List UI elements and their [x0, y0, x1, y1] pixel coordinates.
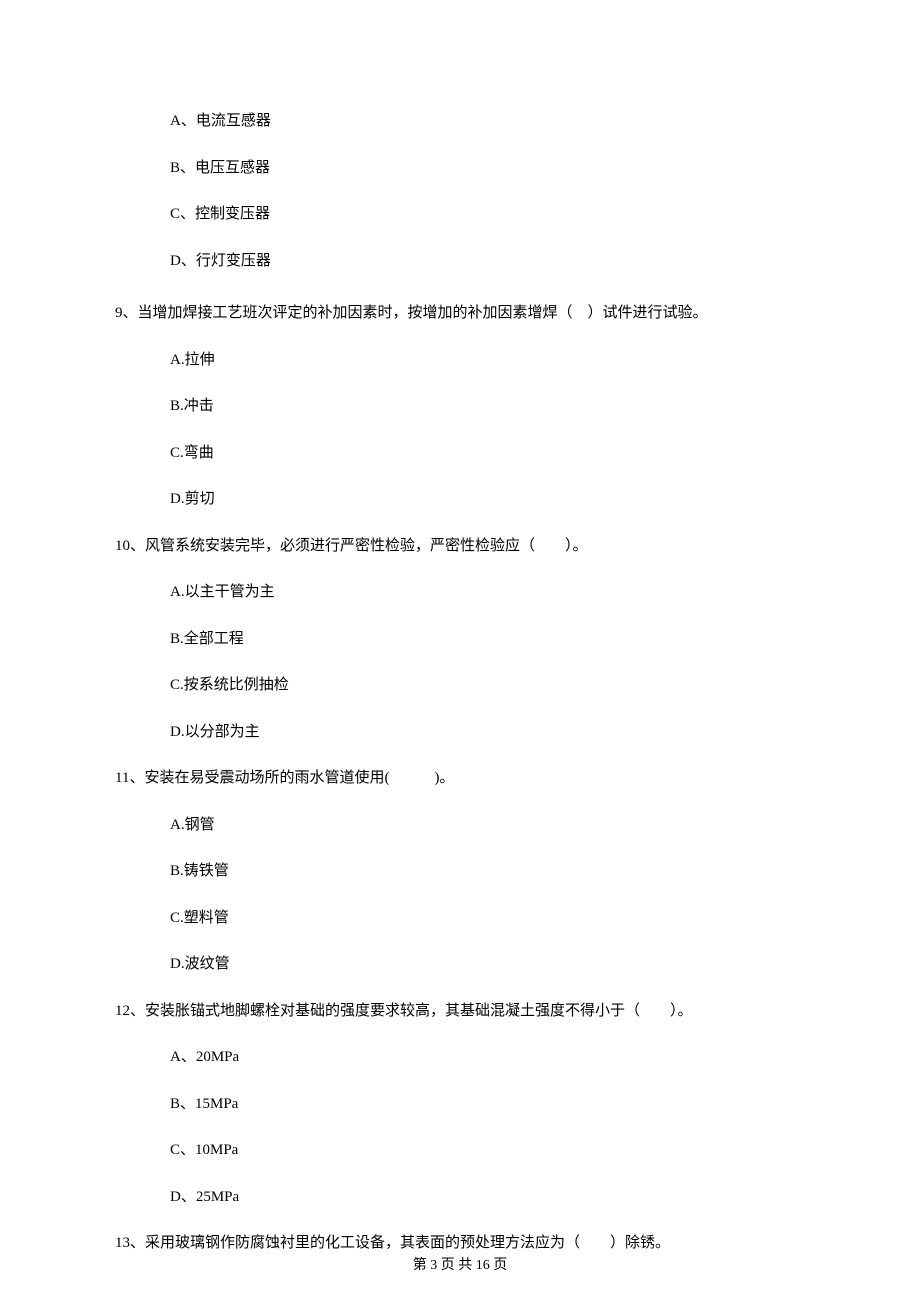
q11-option-c: C.塑料管	[115, 907, 805, 930]
q9-option-c: C.弯曲	[115, 442, 805, 465]
q8-option-c: C、控制变压器	[115, 203, 805, 226]
q9-text: 9、当增加焊接工艺班次评定的补加因素时，按增加的补加因素增焊（ ）试件进行试验。	[115, 302, 805, 325]
q10-text: 10、风管系统安装完毕，必须进行严密性检验，严密性检验应（ ）。	[115, 535, 805, 558]
q11-option-a: A.钢管	[115, 814, 805, 837]
q9-option-d: D.剪切	[115, 488, 805, 511]
q10-option-d: D.以分部为主	[115, 721, 805, 744]
q9-option-a: A.拉伸	[115, 349, 805, 372]
q12-option-b: B、15MPa	[115, 1093, 805, 1116]
q9-option-b: B.冲击	[115, 395, 805, 418]
q11-option-b: B.铸铁管	[115, 860, 805, 883]
q13-text: 13、采用玻璃钢作防腐蚀衬里的化工设备，其表面的预处理方法应为（ ）除锈。	[115, 1232, 805, 1255]
q11-option-d: D.波纹管	[115, 953, 805, 976]
q12-option-c: C、10MPa	[115, 1139, 805, 1162]
q12-option-a: A、20MPa	[115, 1046, 805, 1069]
q11-text: 11、安装在易受震动场所的雨水管道使用( )。	[115, 767, 805, 790]
page-footer: 第 3 页 共 16 页	[0, 1254, 920, 1274]
q10-option-a: A.以主干管为主	[115, 581, 805, 604]
page-content: A、电流互感器 B、电压互感器 C、控制变压器 D、行灯变压器 9、当增加焊接工…	[0, 0, 920, 1255]
q10-option-c: C.按系统比例抽检	[115, 674, 805, 697]
q12-option-d: D、25MPa	[115, 1186, 805, 1209]
q8-option-b: B、电压互感器	[115, 157, 805, 180]
q8-option-a: A、电流互感器	[115, 110, 805, 133]
q12-text: 12、安装胀锚式地脚螺栓对基础的强度要求较高，其基础混凝土强度不得小于（ ）。	[115, 1000, 805, 1023]
q8-option-d: D、行灯变压器	[115, 250, 805, 273]
q10-option-b: B.全部工程	[115, 628, 805, 651]
